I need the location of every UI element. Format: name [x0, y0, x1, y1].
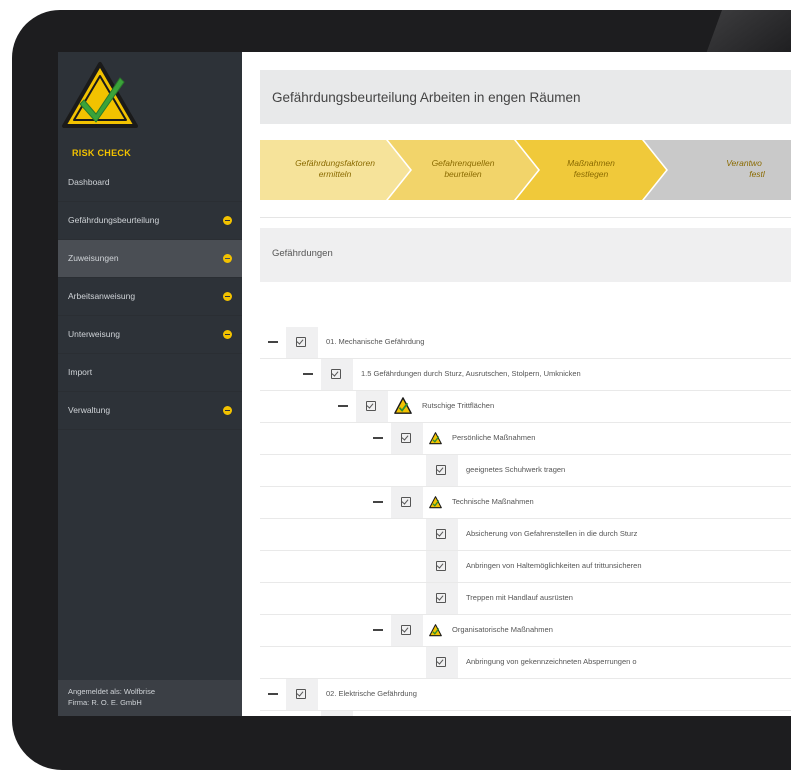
tree-row: Treppen mit Handlauf ausrüsten — [260, 583, 791, 615]
tablet-bezel-highlight — [705, 10, 791, 55]
tree-item-label[interactable]: Anbringen von Haltemöglichkeiten auf tri… — [466, 561, 642, 570]
tree-item-label[interactable]: Treppen mit Handlauf ausrüsten — [466, 593, 573, 602]
sidebar-item-5[interactable]: Import — [58, 354, 242, 392]
tree-row: 2.1 Elektrischer Schlag und Störlichtbog… — [260, 711, 791, 716]
checkbox[interactable] — [436, 529, 446, 539]
warning-icon — [394, 397, 412, 420]
checkbox[interactable] — [436, 657, 446, 667]
sidebar-item-0[interactable]: Dashboard — [58, 164, 242, 202]
sidebar-item-label: Unterweisung — [68, 329, 120, 339]
checkbox[interactable] — [296, 337, 306, 347]
warning-icon — [429, 496, 442, 514]
tree-row: 1.5 Gefährdungen durch Sturz, Ausrutsche… — [260, 359, 791, 391]
tree-item-label[interactable]: 01. Mechanische Gefährdung — [326, 337, 424, 346]
collapse-icon[interactable] — [268, 693, 278, 695]
tree-item-label[interactable]: Anbringung von gekennzeichneten Absperru… — [466, 657, 637, 666]
checkbox[interactable] — [436, 593, 446, 603]
sidebar: RISK CHECK Dashboard Gefährdungsbeurteilu… — [58, 52, 242, 716]
expand-icon[interactable] — [223, 292, 232, 301]
expand-icon[interactable] — [223, 216, 232, 225]
expand-icon[interactable] — [223, 406, 232, 415]
warning-icon — [429, 432, 442, 450]
checkbox-cell — [321, 711, 353, 716]
sidebar-item-3[interactable]: Arbeitsanweisung — [58, 278, 242, 316]
section-header: Gefährdungen — [260, 228, 791, 282]
sidebar-item-1[interactable]: Gefährdungsbeurteilung — [58, 202, 242, 240]
login-user: Angemeldet als: Wolfbrise — [68, 687, 155, 696]
tree-item-label[interactable]: Persönliche Maßnahmen — [452, 433, 535, 442]
main-content: Gefährdungsbeurteilung Arbeiten in engen… — [242, 52, 791, 716]
sidebar-nav: Dashboard Gefährdungsbeurteilung Zuweisung… — [58, 164, 242, 430]
sidebar-item-label: Gefährdungsbeurteilung — [68, 215, 160, 225]
tree-row: Technische Maßnahmen — [260, 487, 791, 519]
login-company: Firma: R. O. E. GmbH — [68, 698, 142, 707]
sidebar-item-label: Arbeitsanweisung — [68, 291, 136, 301]
checkbox[interactable] — [296, 689, 306, 699]
step-4[interactable]: Verantwo festl — [644, 140, 791, 200]
checkbox[interactable] — [401, 497, 411, 507]
collapse-icon[interactable] — [338, 405, 348, 407]
tree-row: 02. Elektrische Gefährdung — [260, 679, 791, 711]
divider — [260, 217, 791, 218]
collapse-icon[interactable] — [373, 629, 383, 631]
tree-row: Absicherung von Gefahrenstellen in die d… — [260, 519, 791, 551]
sidebar-item-label: Zuweisungen — [68, 253, 119, 263]
checkbox[interactable] — [401, 433, 411, 443]
tree-row: 01. Mechanische Gefährdung — [260, 327, 791, 359]
checkbox[interactable] — [401, 625, 411, 635]
expand-icon[interactable] — [223, 254, 232, 263]
tree-row: Anbringen von Haltemöglichkeiten auf tri… — [260, 551, 791, 583]
expand-icon[interactable] — [223, 330, 232, 339]
sidebar-item-label: Dashboard — [68, 177, 110, 187]
tree-item-label[interactable]: geeignetes Schuhwerk tragen — [466, 465, 565, 474]
tree-row: Organisatorische Maßnahmen — [260, 615, 791, 647]
process-steps: Gefährdungsfaktoren ermitteln Gefahrenque… — [260, 140, 791, 200]
sidebar-item-label: Verwaltung — [68, 405, 111, 415]
collapse-icon[interactable] — [268, 341, 278, 343]
tree-row: Rutschige Trittflächen — [260, 391, 791, 423]
checkbox[interactable] — [366, 401, 376, 411]
tree-row: Persönliche Maßnahmen — [260, 423, 791, 455]
sidebar-item-6[interactable]: Verwaltung — [58, 392, 242, 430]
tree-row: Anbringung von gekennzeichneten Absperru… — [260, 647, 791, 679]
checkbox[interactable] — [436, 561, 446, 571]
app-screen: RISK CHECK Dashboard Gefährdungsbeurteilu… — [58, 52, 791, 716]
step-4-label: Verantwo festl — [674, 158, 791, 180]
page-title-bar: Gefährdungsbeurteilung Arbeiten in engen… — [260, 70, 791, 124]
sidebar-item-2[interactable]: Zuweisungen — [58, 240, 242, 278]
tree-item-label[interactable]: Organisatorische Maßnahmen — [452, 625, 553, 634]
risk-check-logo: RISK CHECK — [58, 52, 242, 160]
tree-item-label[interactable]: 02. Elektrische Gefährdung — [326, 689, 417, 698]
collapse-icon[interactable] — [373, 437, 383, 439]
tree-row: geeignetes Schuhwerk tragen — [260, 455, 791, 487]
logo-text: RISK CHECK — [72, 148, 132, 158]
login-info: Angemeldet als: Wolfbrise Firma: R. O. E… — [58, 680, 242, 716]
collapse-icon[interactable] — [373, 501, 383, 503]
checkbox[interactable] — [331, 369, 341, 379]
tree-item-label[interactable]: Rutschige Trittflächen — [422, 401, 494, 410]
collapse-icon[interactable] — [303, 373, 313, 375]
page-title: Gefährdungsbeurteilung Arbeiten in engen… — [272, 90, 581, 105]
tree-item-label[interactable]: 1.5 Gefährdungen durch Sturz, Ausrutsche… — [361, 369, 581, 378]
tree-item-label[interactable]: Technische Maßnahmen — [452, 497, 534, 506]
sidebar-item-4[interactable]: Unterweisung — [58, 316, 242, 354]
tablet-frame: RISK CHECK Dashboard Gefährdungsbeurteilu… — [12, 10, 791, 770]
section-title: Gefährdungen — [272, 248, 333, 259]
sidebar-item-label: Import — [68, 367, 93, 377]
tree-item-label[interactable]: Absicherung von Gefahrenstellen in die d… — [466, 529, 637, 538]
step-4-line1: Verantwo — [726, 158, 762, 168]
checkbox[interactable] — [436, 465, 446, 475]
step-4-line2: festl — [749, 169, 765, 179]
warning-icon — [429, 624, 442, 642]
